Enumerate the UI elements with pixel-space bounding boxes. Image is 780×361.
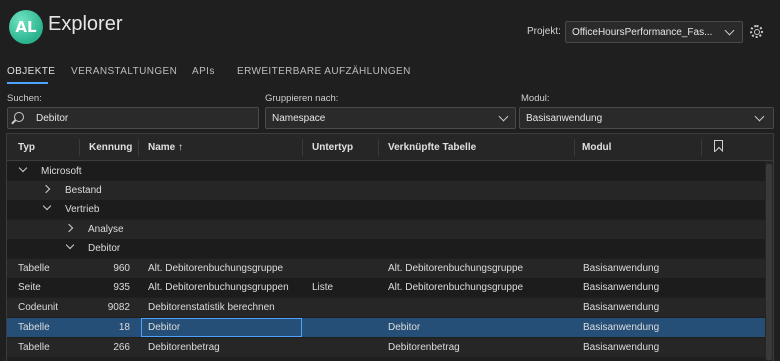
chevron-down-icon <box>754 111 765 122</box>
group-label: Microsoft <box>41 166 82 177</box>
vertical-scrollbar[interactable] <box>765 161 773 361</box>
column-header-untertyp[interactable]: Untertyp <box>312 142 353 153</box>
group-by-value: Namespace <box>272 113 326 124</box>
tab-bar: OBJEKTE VERANSTALTUNGEN APIs ERWEITERBAR… <box>0 60 780 84</box>
group-row-microsoft[interactable]: Microsoft <box>7 162 765 181</box>
table-row-selected[interactable]: Tabelle 18 Debitor Debitor Basisanwendun… <box>7 318 765 337</box>
search-icon <box>14 112 24 122</box>
table-row[interactable]: Tabelle 960 Alt. Debitorenbuchungsgruppe… <box>7 259 765 278</box>
cell-modul: Basisanwendung <box>583 342 660 353</box>
module-label: Modul: <box>521 93 550 104</box>
cell-verknuepfte-tabelle: Alt. Debitorenbuchungsgruppe <box>388 282 524 293</box>
column-divider[interactable] <box>574 139 575 156</box>
cell-modul: Basisanwendung <box>583 302 660 313</box>
chevron-down-icon[interactable] <box>42 201 52 211</box>
column-divider[interactable] <box>701 139 702 156</box>
cell-verknuepfte-tabelle: Debitor <box>388 322 421 333</box>
cell-verknuepfte-tabelle: Alt. Debitorenbuchungsgruppe <box>388 263 524 274</box>
tab-apis[interactable]: APIs <box>192 66 215 77</box>
cell-kennung: 9082 <box>107 302 130 313</box>
chevron-right-icon[interactable] <box>64 223 74 233</box>
module-select[interactable]: Basisanwendung <box>519 107 774 129</box>
column-header-typ[interactable]: Typ <box>18 142 35 153</box>
gear-icon[interactable] <box>750 25 763 38</box>
cell-modul: Basisanwendung <box>583 263 660 274</box>
group-by-select[interactable]: Namespace <box>265 107 516 129</box>
search-label: Suchen: <box>7 93 42 104</box>
column-divider[interactable] <box>378 139 379 156</box>
cell-typ: Tabelle <box>18 263 50 274</box>
chevron-down-icon[interactable] <box>65 240 75 250</box>
grid-header: Typ Kennung Name ↑ Untertyp Verknüpfte T… <box>7 134 773 161</box>
group-label: Vertrieb <box>65 204 100 215</box>
module-value: Basisanwendung <box>526 113 603 124</box>
app-title: Explorer <box>48 13 123 35</box>
al-logo: AL <box>9 10 43 44</box>
cell-typ: Tabelle <box>18 322 50 333</box>
cell-untertyp: Liste <box>312 282 334 293</box>
cell-verknuepfte-tabelle: Debitorenbetrag <box>388 342 460 353</box>
cell-modul: Basisanwendung <box>583 282 660 293</box>
chevron-right-icon[interactable] <box>41 184 51 194</box>
project-label: Projekt: <box>527 26 561 37</box>
cell-kennung: 935 <box>113 282 130 293</box>
search-input-value: Debitor <box>36 113 69 124</box>
header: AL Explorer Projekt: OfficeHoursPerforma… <box>0 0 780 56</box>
cell-typ: Seite <box>18 282 41 293</box>
tab-erweiterbare-aufzaehlungen[interactable]: ERWEITERBARE AUFZÄHLUNGEN <box>237 66 411 77</box>
cell-name[interactable]: Debitor <box>148 322 180 333</box>
cell-kennung: 266 <box>113 342 130 353</box>
table-row[interactable]: Seite 935 Alt. Debitorenbuchungsgruppen … <box>7 278 765 297</box>
column-header-name[interactable]: Name ↑ <box>148 142 183 153</box>
group-by-label: Gruppieren nach: <box>265 93 339 104</box>
chevron-down-icon[interactable] <box>18 163 28 173</box>
cell-kennung: 960 <box>113 263 130 274</box>
table-row[interactable]: Codeunit 9082 Debitorenstatistik berechn… <box>7 298 765 317</box>
group-row-debitor[interactable]: Debitor <box>7 239 765 258</box>
group-row-bestand[interactable]: Bestand <box>7 181 765 200</box>
cell-name: Alt. Debitorenbuchungsgruppe <box>148 263 284 274</box>
cell-typ: Codeunit <box>18 302 59 313</box>
group-row-vertrieb[interactable]: Vertrieb <box>7 200 765 219</box>
scrollbar-thumb[interactable] <box>766 164 772 360</box>
objects-grid: Typ Kennung Name ↑ Untertyp Verknüpfte T… <box>6 133 774 361</box>
bookmark-icon[interactable] <box>714 140 723 152</box>
column-header-verknuepfte-tabelle[interactable]: Verknüpfte Tabelle <box>388 142 476 153</box>
chevron-down-icon <box>724 25 735 36</box>
table-row[interactable]: Tabelle 266 Debitorenbetrag Debitorenbet… <box>7 338 765 357</box>
cell-modul: Basisanwendung <box>583 322 660 333</box>
tab-veranstaltungen[interactable]: VERANSTALTUNGEN <box>71 66 177 77</box>
search-input[interactable]: Debitor <box>7 107 259 129</box>
column-divider[interactable] <box>302 139 303 156</box>
tab-objekte[interactable]: OBJEKTE <box>7 66 55 77</box>
project-select-value: OfficeHoursPerformance_Fas... <box>572 27 713 38</box>
column-divider[interactable] <box>79 139 80 156</box>
group-row-analyse[interactable]: Analyse <box>7 220 765 239</box>
cell-kennung: 18 <box>118 322 130 333</box>
cell-name: Alt. Debitorenbuchungsgruppen <box>148 282 289 293</box>
cell-typ: Tabelle <box>18 342 50 353</box>
cell-name: Debitorenstatistik berechnen <box>148 302 275 313</box>
cell-name: Debitorenbetrag <box>148 342 220 353</box>
column-divider[interactable] <box>138 139 139 156</box>
project-select[interactable]: OfficeHoursPerformance_Fas... <box>565 21 743 43</box>
group-label: Debitor <box>88 243 121 254</box>
column-header-kennung[interactable]: Kennung <box>89 142 132 153</box>
group-label: Analyse <box>88 224 124 235</box>
group-label: Bestand <box>65 185 102 196</box>
chevron-down-icon <box>498 111 509 122</box>
active-tab-indicator <box>7 82 48 84</box>
column-header-modul[interactable]: Modul <box>582 142 611 153</box>
